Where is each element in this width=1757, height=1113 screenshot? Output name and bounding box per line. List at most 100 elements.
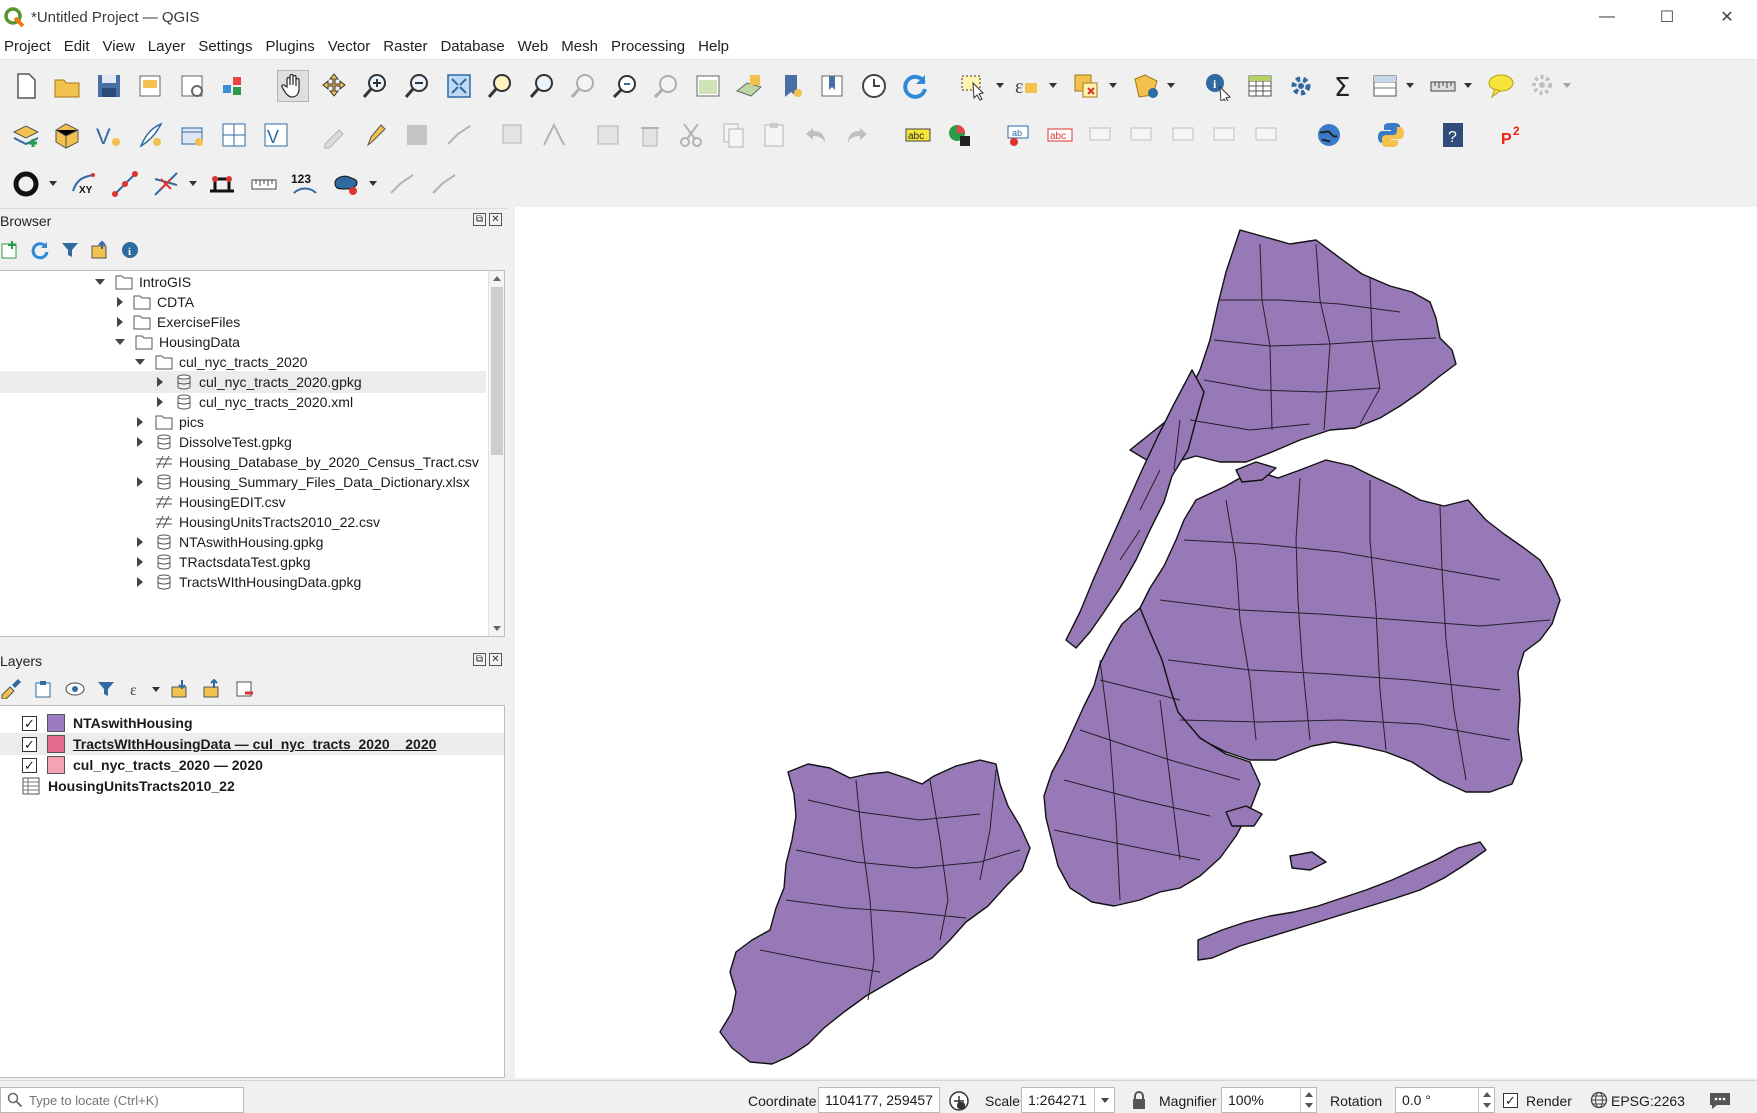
menu-project[interactable]: Project	[0, 38, 59, 55]
label-properties-icon[interactable]	[1252, 119, 1284, 151]
menu-web[interactable]: Web	[513, 38, 557, 55]
expand-chevron-icon[interactable]	[137, 537, 143, 547]
browser-close-button[interactable]: ✕	[489, 213, 502, 226]
locator-bar[interactable]	[0, 1087, 244, 1113]
layer-row-cul-nyc-tracts-2020[interactable]: ✓ cul_nyc_tracts_2020 — 2020	[0, 754, 504, 776]
tree-item-introgis[interactable]: IntroGIS	[95, 271, 191, 293]
add-line-feature-icon[interactable]	[443, 119, 475, 151]
zoom-next-icon[interactable]	[650, 70, 682, 102]
zoom-full-icon[interactable]	[443, 70, 475, 102]
layer-visibility-checkbox[interactable]: ✓	[22, 757, 37, 773]
menu-layer[interactable]: Layer	[143, 38, 194, 55]
new-bookmark-icon[interactable]	[775, 70, 807, 102]
properties-info-icon[interactable]: i	[120, 240, 140, 260]
new-spatialite-layer-icon[interactable]	[134, 119, 166, 151]
menu-view[interactable]: View	[98, 38, 143, 55]
save-layer-edits-icon[interactable]	[401, 119, 433, 151]
tree-item-housing-summary-xlsx[interactable]: Housing_Summary_Files_Data_Dictionary.xl…	[137, 471, 470, 493]
expand-chevron-icon[interactable]	[95, 279, 105, 285]
expand-chevron-icon[interactable]	[137, 477, 143, 487]
deselect-dropdown-icon[interactable]	[1109, 83, 1117, 88]
tree-item-pics[interactable]: pics	[137, 411, 204, 433]
expand-chevron-icon[interactable]	[117, 317, 123, 327]
scroll-down-icon[interactable]	[493, 626, 501, 631]
new-mesh-layer-icon[interactable]: V	[260, 119, 292, 151]
locator-input[interactable]	[29, 1092, 229, 1108]
select-features-icon[interactable]	[958, 70, 990, 102]
shape-digitize-dropdown-icon[interactable]	[369, 181, 377, 186]
expand-chevron-icon[interactable]	[135, 359, 145, 365]
style-manager-icon[interactable]	[218, 70, 250, 102]
georeferencer-dropdown-icon[interactable]	[1563, 83, 1571, 88]
close-button[interactable]: ✕	[1697, 0, 1757, 34]
menu-processing[interactable]: Processing	[606, 38, 693, 55]
deselect-features-icon[interactable]	[1070, 70, 1102, 102]
expand-chevron-icon[interactable]	[137, 577, 143, 587]
web-plugin-globe-icon[interactable]	[1313, 119, 1345, 151]
tree-item-cdta[interactable]: CDTA	[117, 291, 194, 313]
menu-help[interactable]: Help	[693, 38, 737, 55]
magnifier-spin-buttons[interactable]	[1300, 1088, 1316, 1112]
scale-dropdown-button[interactable]	[1094, 1088, 1114, 1112]
vertex-tool-icon[interactable]	[538, 119, 570, 151]
show-hide-labels-icon[interactable]	[1086, 119, 1118, 151]
paste-features-icon[interactable]	[758, 119, 790, 151]
new-geopackage-layer-icon[interactable]	[51, 119, 83, 151]
menu-raster[interactable]: Raster	[378, 38, 435, 55]
select-by-expression-dropdown-icon[interactable]	[1049, 83, 1057, 88]
digitize-line-icon[interactable]	[109, 168, 141, 200]
field-calculator-dropdown-icon[interactable]	[1406, 83, 1414, 88]
cut-features-icon[interactable]	[675, 119, 707, 151]
python-console-icon[interactable]	[1375, 119, 1407, 151]
tree-item-ntaswithhousing-gpkg[interactable]: NTAswithHousing.gpkg	[137, 531, 323, 553]
tree-item-cul-nyc-tracts-folder[interactable]: cul_nyc_tracts_2020	[135, 351, 307, 373]
expand-chevron-icon[interactable]	[157, 377, 163, 387]
open-field-calculator-icon[interactable]	[1369, 70, 1401, 102]
change-label-icon[interactable]	[1210, 119, 1242, 151]
scroll-up-icon[interactable]	[493, 276, 501, 281]
split-features-dropdown-icon[interactable]	[189, 181, 197, 186]
layer-labeling-options-icon[interactable]: abc	[902, 119, 934, 151]
undo-icon[interactable]	[800, 119, 832, 151]
filter-by-expression-icon[interactable]: ε	[128, 679, 150, 699]
p2-plugin-icon[interactable]: P2	[1497, 119, 1529, 151]
zoom-to-selection-icon[interactable]	[484, 70, 516, 102]
expand-chevron-icon[interactable]	[137, 557, 143, 567]
browser-float-button[interactable]: ⧉	[473, 213, 486, 226]
new-print-layout-icon[interactable]	[134, 70, 166, 102]
nyc-ntas-map[interactable]	[515, 207, 1757, 1078]
zoom-out-icon[interactable]	[401, 70, 433, 102]
statistical-summary-icon[interactable]: Σ	[1327, 70, 1359, 102]
add-selected-layers-icon[interactable]	[0, 240, 20, 260]
menu-settings[interactable]: Settings	[193, 38, 260, 55]
minimize-button[interactable]: —	[1577, 0, 1637, 34]
topology-editing-icon[interactable]	[206, 168, 238, 200]
toggle-extents-mouse-icon[interactable]	[948, 1090, 970, 1112]
dock-splitter[interactable]	[508, 205, 515, 1078]
tree-item-dissolvetest[interactable]: DissolveTest.gpkg	[137, 431, 292, 453]
layer-row-tractswithhousingdata[interactable]: ✓ TractsWIthHousingData — cul_nyc_tracts…	[0, 733, 504, 755]
scale-combo[interactable]: 1:264271	[1021, 1087, 1115, 1113]
layers-float-button[interactable]: ⧉	[473, 653, 486, 666]
menu-database[interactable]: Database	[435, 38, 512, 55]
measure-dropdown-icon[interactable]	[1464, 83, 1472, 88]
save-project-icon[interactable]	[93, 70, 125, 102]
select-by-location-icon[interactable]	[1130, 70, 1162, 102]
render-checkbox[interactable]: ✓	[1503, 1093, 1518, 1108]
toggle-editing-icon[interactable]	[359, 119, 391, 151]
move-label-icon[interactable]	[1127, 119, 1159, 151]
layer-row-housingunitstracts[interactable]: HousingUnitsTracts2010_22	[0, 775, 504, 797]
expand-chevron-icon[interactable]	[137, 417, 143, 427]
zoom-native-icon[interactable]	[567, 70, 599, 102]
lock-scale-icon[interactable]	[1130, 1090, 1148, 1110]
layout-manager-icon[interactable]	[176, 70, 208, 102]
add-group-icon[interactable]	[32, 679, 54, 699]
temporal-controller-icon[interactable]	[858, 70, 890, 102]
pin-unpin-labels-icon[interactable]: abc	[1044, 119, 1076, 151]
map-canvas[interactable]	[515, 207, 1757, 1078]
messages-icon[interactable]	[1708, 1089, 1732, 1111]
identify-features-icon[interactable]: i	[1202, 70, 1234, 102]
pan-map-icon[interactable]	[277, 70, 309, 102]
coordinate-field[interactable]: 1104177, 259457	[818, 1087, 940, 1113]
expand-chevron-icon[interactable]	[117, 297, 123, 307]
